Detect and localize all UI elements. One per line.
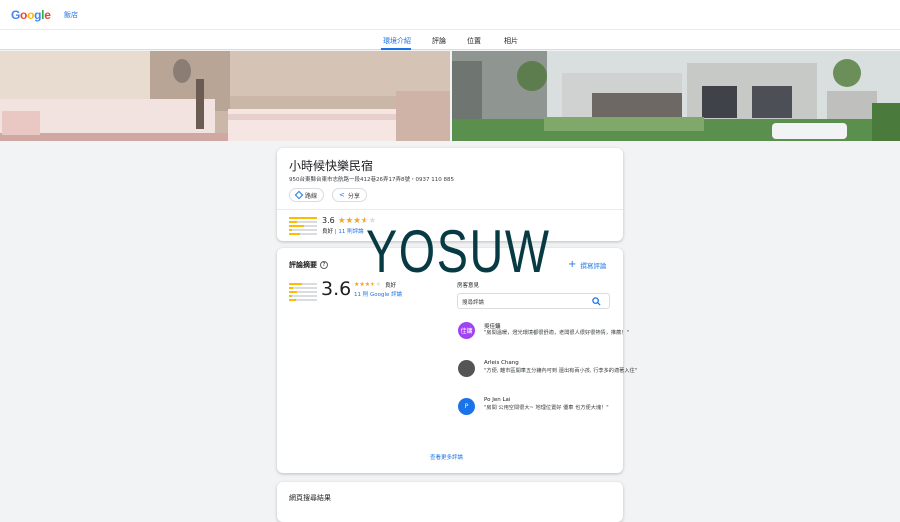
exterior-photo[interactable] — [452, 51, 900, 141]
room-photo[interactable] — [0, 51, 450, 141]
summary-rating-histogram — [289, 283, 317, 303]
reviewer-avatar[interactable] — [458, 360, 475, 377]
share-button[interactable]: < 分享 — [332, 188, 367, 202]
search-icon[interactable] — [592, 297, 601, 306]
rating-summary: 良好 | 11 則評論 — [322, 229, 364, 235]
star-icon: ★★ — [345, 216, 354, 226]
tab-bar: 環境介紹 評論 位置 相片 — [0, 30, 900, 50]
reviewer-avatar[interactable]: P — [458, 398, 475, 415]
active-tab-indicator — [381, 48, 411, 50]
watermark: YOSUW — [366, 218, 551, 285]
logo-letter: e — [44, 8, 51, 22]
reviewer-name[interactable]: Po Jen Lai — [484, 397, 510, 403]
tab-reviews[interactable]: 評論 — [432, 36, 446, 46]
card-divider — [277, 209, 623, 210]
review-text: "房間 公用空間很大~ 地理位置好 優車 也方便大塊！" — [484, 405, 609, 411]
logo-letter: o — [27, 8, 35, 22]
reviewer-avatar[interactable]: 佳鏞 — [458, 322, 475, 339]
google-reviews-link[interactable]: 11 則 Google 評論 — [354, 290, 402, 298]
place-address: 950台東縣台東市志航路一段412巷26弄17弄8號・0937 110 885 — [289, 177, 454, 183]
reviewer-name[interactable]: Arleis Chang — [484, 360, 519, 366]
help-icon[interactable]: ? — [320, 261, 328, 269]
review-text: "房間溫暖，燈光環境都很舒適，老闆很人很好很熱情，推薦！" — [484, 330, 629, 336]
search-reviews-field[interactable]: 搜尋評論 — [457, 293, 610, 309]
summary-rating-value: 3.6 — [321, 278, 352, 300]
directions-button[interactable]: 路線 — [289, 188, 325, 202]
rating-histogram — [289, 217, 317, 237]
top-bar: Google 飯店 — [0, 0, 900, 30]
review-summary-title: 評論摘要? — [289, 260, 328, 270]
logo-letter: G — [11, 8, 21, 22]
star-icon: ★★ — [338, 216, 346, 226]
tab-location[interactable]: 位置 — [467, 36, 481, 46]
google-logo[interactable]: Google — [11, 8, 51, 22]
logo-letter: g — [34, 8, 42, 22]
star-icon: ★★ — [353, 216, 361, 226]
web-results-card: 網頁搜尋結果 — [277, 482, 623, 522]
web-results-title: 網頁搜尋結果 — [289, 494, 331, 502]
logo-letter: o — [20, 8, 28, 22]
tab-photos[interactable]: 相片 — [504, 36, 518, 46]
more-reviews-link[interactable]: 查看更多評論 — [430, 453, 463, 461]
plus-icon: + — [568, 259, 577, 270]
share-icon: < — [339, 191, 345, 199]
place-title: 小時候快樂民宿 — [289, 159, 374, 173]
write-review-button[interactable]: + 撰寫評論 — [568, 259, 606, 270]
rating-value: 3.6 — [322, 216, 335, 225]
hotels-link[interactable]: 飯店 — [64, 10, 78, 20]
directions-icon — [294, 190, 304, 200]
search-reviews-placeholder: 搜尋評論 — [462, 300, 485, 306]
review-count-link[interactable]: 11 則評論 — [338, 229, 363, 235]
tab-overview[interactable]: 環境介紹 — [383, 36, 411, 46]
review-text: "方便, 離市區開車五分鐘內可到 還出有兩小孩, 行李多的適著入住" — [484, 368, 638, 374]
